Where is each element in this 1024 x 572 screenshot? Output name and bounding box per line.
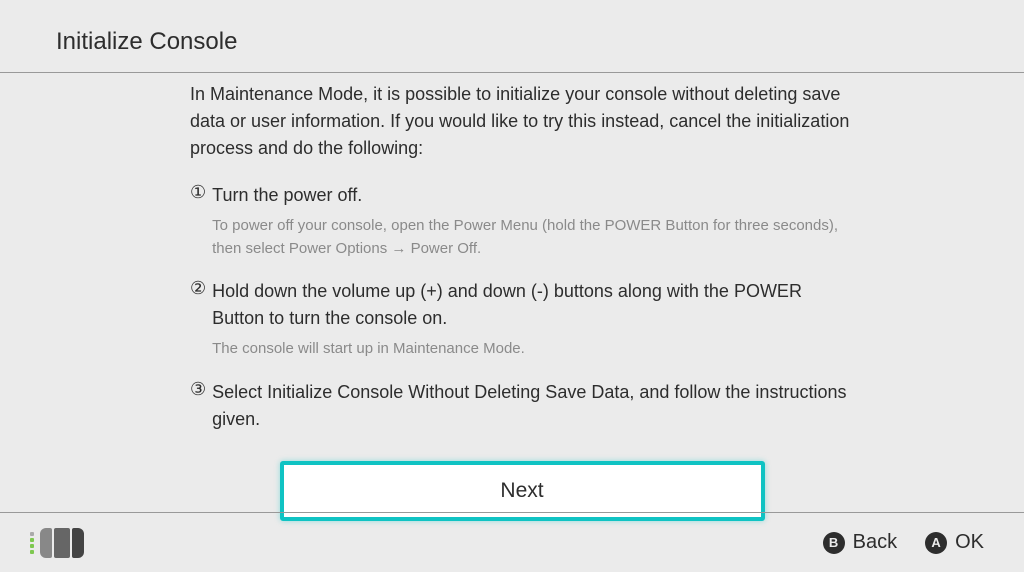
footer-actions: B Back A OK: [823, 531, 984, 554]
back-label: Back: [853, 531, 897, 554]
step-note: To power off your console, open the Powe…: [212, 215, 854, 260]
step-3: ③ Select Initialize Console Without Dele…: [190, 379, 854, 433]
step-text: Select Initialize Console Without Deleti…: [212, 379, 854, 433]
back-action[interactable]: B Back: [823, 531, 897, 554]
a-button-icon: A: [925, 532, 947, 554]
step-note: The console will start up in Maintenance…: [212, 338, 854, 361]
controller-status-icon: [30, 528, 84, 558]
step-number-icon: ③: [190, 379, 206, 400]
step-number-icon: ②: [190, 278, 206, 299]
footer: B Back A OK: [0, 512, 1024, 572]
intro-text: In Maintenance Mode, it is possible to i…: [190, 81, 854, 162]
step-text: Turn the power off.: [212, 182, 854, 209]
step-1: ① Turn the power off. To power off your …: [190, 182, 854, 260]
page-title: Initialize Console: [56, 28, 1024, 56]
step-2: ② Hold down the volume up (+) and down (…: [190, 278, 854, 361]
step-text: Hold down the volume up (+) and down (-)…: [212, 278, 854, 332]
b-button-icon: B: [823, 532, 845, 554]
ok-label: OK: [955, 531, 984, 554]
step-number-icon: ①: [190, 182, 206, 203]
header: Initialize Console: [0, 0, 1024, 73]
main-content: In Maintenance Mode, it is possible to i…: [0, 73, 1024, 521]
ok-action[interactable]: A OK: [925, 531, 984, 554]
